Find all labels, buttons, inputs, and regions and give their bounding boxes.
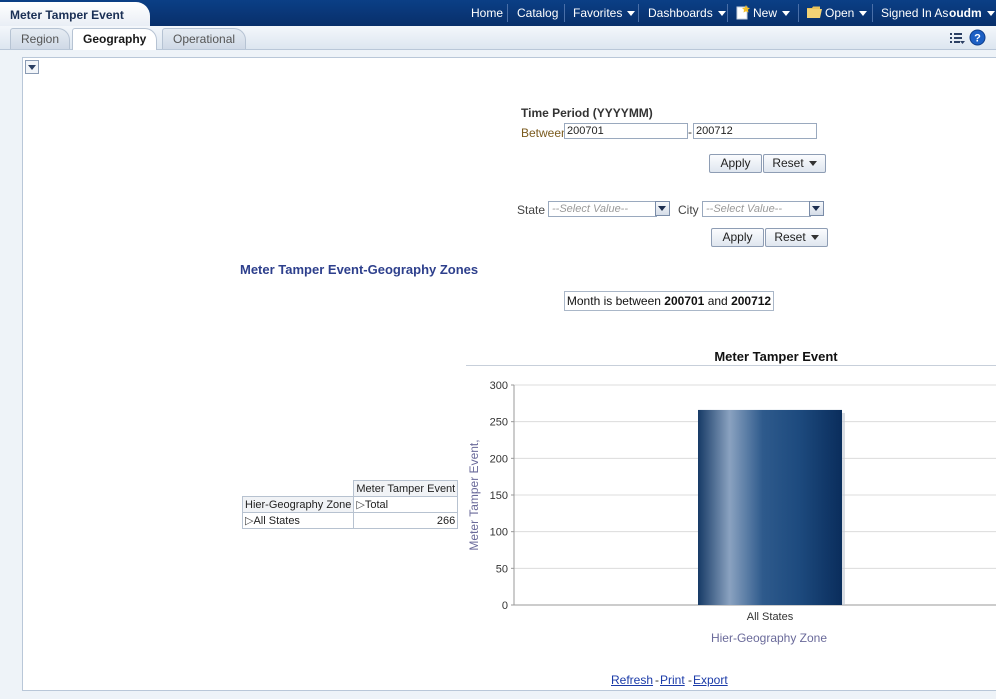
- y-tick-label: 200: [490, 453, 508, 465]
- link-separator: -: [688, 673, 692, 687]
- y-tick-label: 300: [490, 380, 508, 392]
- y-tick-label: 0: [502, 600, 508, 612]
- y-axis-label: Meter Tamper Event,: [467, 439, 481, 550]
- y-tick-label: 150: [490, 490, 508, 502]
- bar: [698, 409, 842, 605]
- link-separator: -: [655, 673, 659, 687]
- y-tick-label: 50: [496, 563, 508, 575]
- print-link[interactable]: Print: [660, 673, 685, 687]
- export-link[interactable]: Export: [693, 673, 728, 687]
- chart-title: Meter Tamper Event: [714, 349, 838, 364]
- y-tick-label: 250: [490, 417, 508, 429]
- refresh-link[interactable]: Refresh: [611, 673, 653, 687]
- bar-chart: Meter Tamper Event 0 50 100 150 200 250 300 All…: [467, 349, 996, 645]
- x-tick-label: All States: [747, 611, 794, 623]
- x-axis-label: Hier-Geography Zone: [711, 631, 827, 645]
- y-tick-label: 100: [490, 527, 508, 539]
